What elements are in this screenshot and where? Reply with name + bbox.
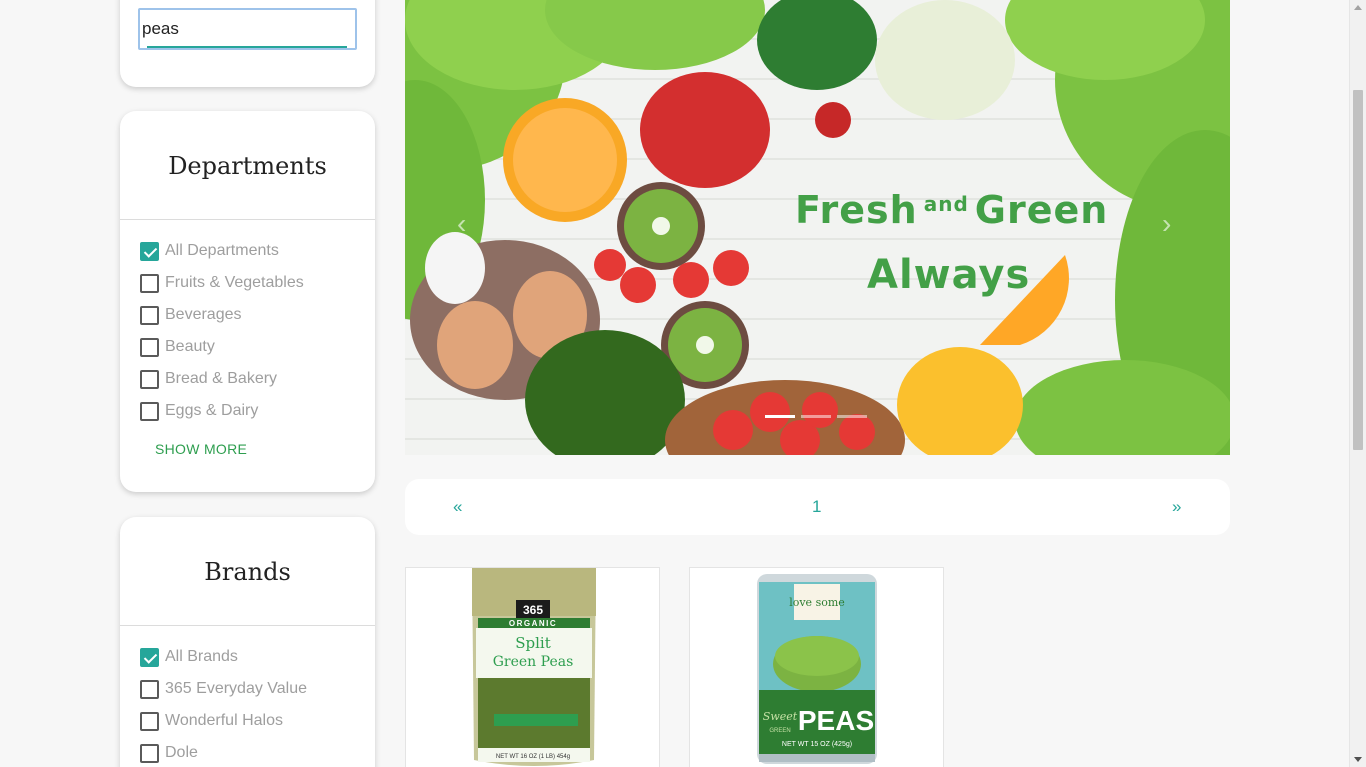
product-brand-mark: 365 <box>523 603 543 617</box>
dept-item-beverages[interactable]: Beverages <box>140 304 242 326</box>
hero-headline-line2: Always <box>867 252 1031 298</box>
brands-filter-card: Brands All Brands 365 Everyday Value Won… <box>120 517 375 767</box>
brand-item-label: All Brands <box>165 648 238 665</box>
dept-item-label: Beverages <box>165 306 242 323</box>
product-label-organic: ORGANIC <box>509 619 557 628</box>
product-image-sweet-green-peas[interactable]: love some Sweet GREEN PEAS NET WT 15 OZ … <box>690 568 944 767</box>
scroll-up-arrow-icon[interactable] <box>1354 5 1362 10</box>
dept-item-beauty[interactable]: Beauty <box>140 336 215 358</box>
product-image-split-green-peas[interactable]: 365 ORGANIC Split Green Peas NET WT 16 O… <box>406 568 660 767</box>
brand-item-label: Wonderful Halos <box>165 712 283 729</box>
checkbox-icon[interactable] <box>140 711 159 731</box>
dept-item-bread-bakery[interactable]: Bread & Bakery <box>140 368 277 390</box>
product-label-sweet: Sweet <box>763 710 798 723</box>
brand-item-365-everyday-value[interactable]: 365 Everyday Value <box>140 678 307 700</box>
show-more-button[interactable]: SHOW MORE <box>155 441 247 457</box>
dept-item-eggs-dairy[interactable]: Eggs & Dairy <box>140 400 258 422</box>
departments-filter-card: Departments All Departments Fruits & Veg… <box>120 111 375 492</box>
product-card[interactable]: 365 ORGANIC Split Green Peas NET WT 16 O… <box>405 567 660 767</box>
brand-item-dole[interactable]: Dole <box>140 742 198 764</box>
dept-item-label: All Departments <box>165 242 279 259</box>
product-brand-mark: love some <box>789 596 845 609</box>
product-net-weight: NET WT 15 OZ (425g) <box>782 741 852 748</box>
checkbox-checked-icon[interactable] <box>140 647 159 667</box>
pagination-next-button[interactable]: » <box>1172 497 1181 517</box>
page: Departments All Departments Fruits & Veg… <box>0 0 1366 767</box>
carousel-indicator-1[interactable] <box>765 415 795 418</box>
carousel-indicator-3[interactable] <box>837 415 867 418</box>
carousel-prev-icon[interactable]: ‹ <box>457 208 466 240</box>
vertical-scrollbar[interactable] <box>1349 0 1366 767</box>
search-card <box>120 0 375 87</box>
scroll-down-arrow-icon[interactable] <box>1354 757 1362 762</box>
brand-item-all[interactable]: All Brands <box>140 646 238 668</box>
hero-word-fresh: Fresh <box>795 188 918 232</box>
pagination-page-1[interactable]: 1 <box>812 497 821 517</box>
product-card[interactable]: love some Sweet GREEN PEAS NET WT 15 OZ … <box>689 567 944 767</box>
carousel-next-icon[interactable]: › <box>1162 208 1171 240</box>
product-label-peas: PEAS <box>798 705 874 736</box>
product-label-green: GREEN <box>769 728 790 734</box>
product-label-green-peas: Green Peas <box>493 654 574 670</box>
hero-word-and: and <box>923 192 969 216</box>
pagination: « 1 » <box>405 479 1230 535</box>
dept-item-label: Beauty <box>165 338 215 355</box>
dept-item-fruits-vegetables[interactable]: Fruits & Vegetables <box>140 272 304 294</box>
brand-item-wonderful-halos[interactable]: Wonderful Halos <box>140 710 283 732</box>
pagination-prev-button[interactable]: « <box>453 497 462 517</box>
brands-divider <box>120 625 375 626</box>
carousel-indicator-2[interactable] <box>801 415 831 418</box>
departments-divider <box>120 219 375 220</box>
checkbox-icon[interactable] <box>140 273 159 293</box>
checkbox-icon[interactable] <box>140 305 159 325</box>
checkbox-icon[interactable] <box>140 369 159 389</box>
checkbox-icon[interactable] <box>140 743 159 763</box>
dept-item-label: Bread & Bakery <box>165 370 278 387</box>
checkbox-icon[interactable] <box>140 679 159 699</box>
departments-title: Departments <box>168 152 327 180</box>
checkbox-icon[interactable] <box>140 337 159 357</box>
dept-item-label: Eggs & Dairy <box>165 402 259 419</box>
hero-word-green: Green <box>974 188 1109 232</box>
scrollbar-thumb[interactable] <box>1353 90 1363 450</box>
search-underline <box>147 46 347 48</box>
brands-title: Brands <box>204 558 291 586</box>
search-input[interactable] <box>138 8 357 50</box>
product-net-weight: NET WT 16 OZ (1 LB) 454g <box>496 754 570 760</box>
checkbox-icon[interactable] <box>140 401 159 421</box>
brand-item-label: Dole <box>165 744 198 761</box>
product-label-split: Split <box>515 634 551 652</box>
hero-headline-line1: Fresh and Green <box>795 188 1108 232</box>
brand-item-label: 365 Everyday Value <box>165 680 308 697</box>
dept-item-label: Fruits & Vegetables <box>165 274 304 291</box>
checkbox-checked-icon[interactable] <box>140 241 159 261</box>
hero-carousel[interactable]: Fresh and Green Always ‹ › <box>405 0 1230 455</box>
dept-item-all[interactable]: All Departments <box>140 240 279 262</box>
